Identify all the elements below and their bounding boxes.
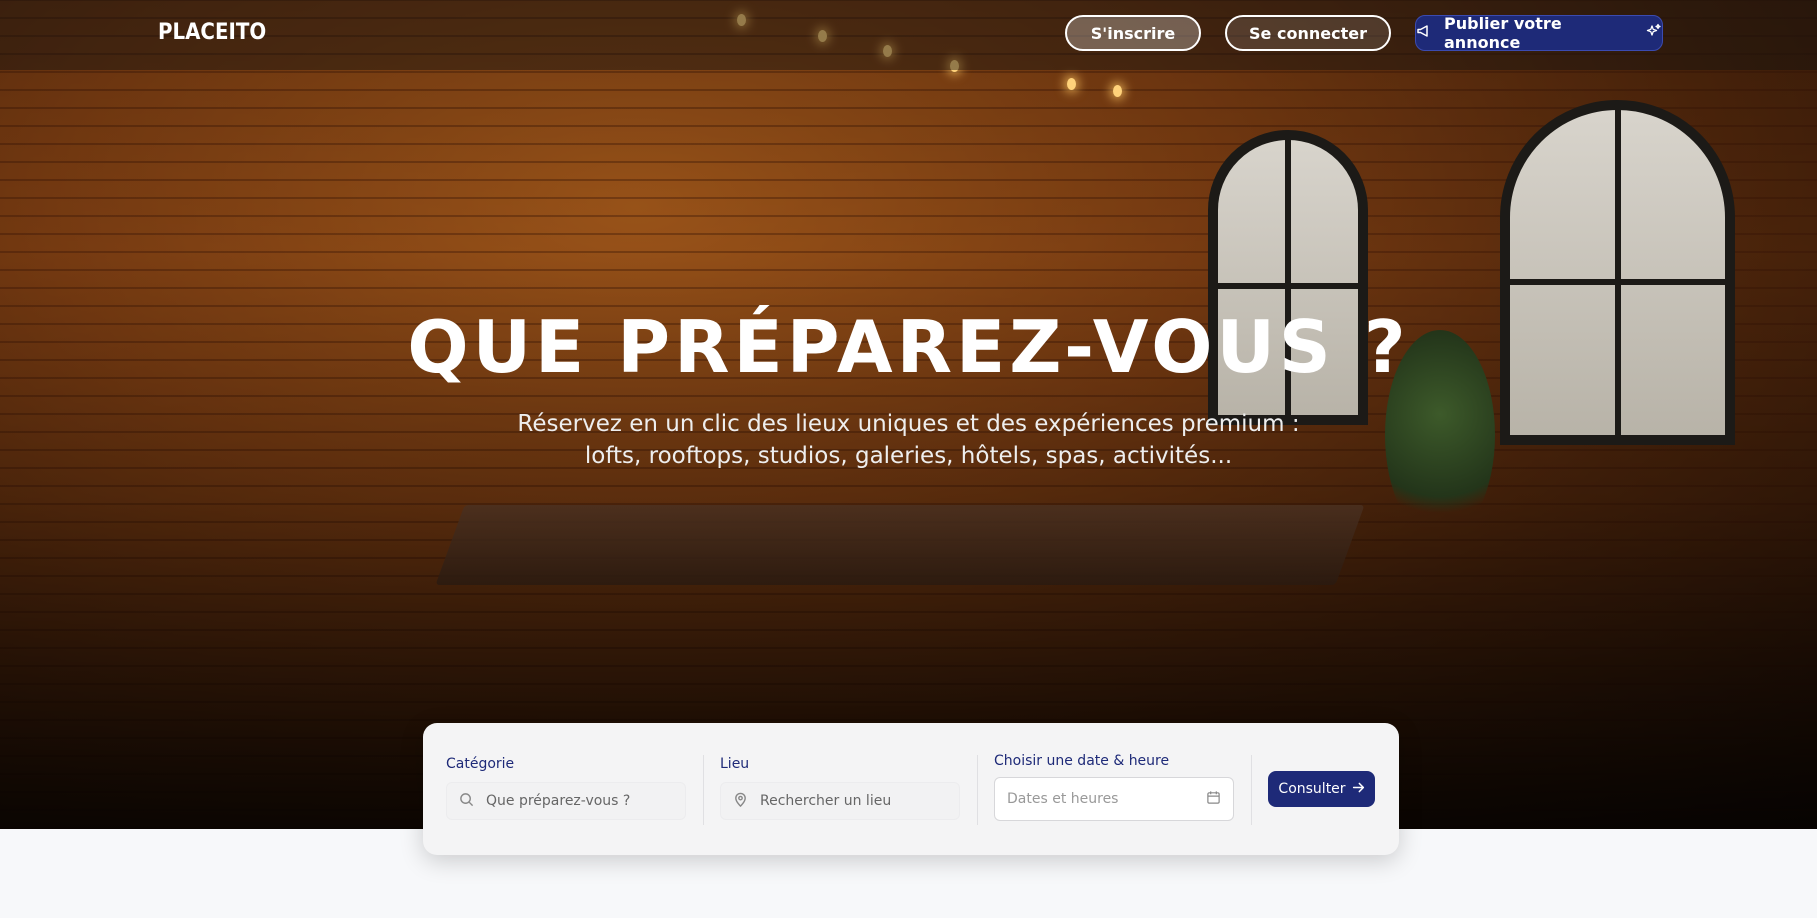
hero-subtitle: Réservez en un clic des lieux uniques et… bbox=[0, 408, 1817, 472]
consult-button[interactable]: Consulter bbox=[1268, 771, 1375, 807]
location-label: Lieu bbox=[720, 756, 750, 772]
date-label: Choisir une date & heure bbox=[994, 753, 1170, 769]
site-logo[interactable]: PLACEITO bbox=[158, 20, 266, 45]
hero-table-image bbox=[435, 505, 1365, 585]
string-light-bulb bbox=[1067, 78, 1076, 90]
sparkle-icon bbox=[1646, 23, 1662, 43]
search-card: Catégorie Que préparez-vous ? Lieu Reche… bbox=[423, 723, 1399, 855]
date-input[interactable]: Dates et heures bbox=[994, 777, 1234, 821]
date-placeholder: Dates et heures bbox=[1007, 791, 1119, 807]
field-divider bbox=[977, 755, 978, 825]
string-light-bulb bbox=[1113, 85, 1122, 97]
date-field: Choisir une date & heure Dates et heures bbox=[994, 753, 1234, 821]
hero-banner: QUE PRÉPAREZ-VOUS ? Réservez en un clic … bbox=[0, 0, 1817, 829]
hero-title: QUE PRÉPAREZ-VOUS ? bbox=[407, 305, 1410, 389]
login-button[interactable]: Se connecter bbox=[1225, 15, 1391, 51]
location-placeholder: Rechercher un lieu bbox=[760, 793, 892, 809]
hero-window-image bbox=[1500, 100, 1735, 445]
field-divider bbox=[703, 755, 704, 825]
signup-button[interactable]: S'inscrire bbox=[1065, 15, 1201, 51]
top-navbar: PLACEITO S'inscrire Se connecter Publier… bbox=[0, 0, 1817, 70]
location-input[interactable]: Rechercher un lieu bbox=[720, 782, 960, 820]
category-input[interactable]: Que préparez-vous ? bbox=[446, 782, 686, 820]
category-placeholder: Que préparez-vous ? bbox=[486, 793, 631, 809]
map-pin-icon bbox=[733, 792, 748, 811]
category-field: Catégorie Que préparez-vous ? bbox=[446, 756, 686, 820]
location-field: Lieu Rechercher un lieu bbox=[720, 756, 960, 820]
field-divider bbox=[1251, 755, 1252, 825]
megaphone-icon bbox=[1416, 23, 1432, 43]
category-label: Catégorie bbox=[446, 756, 515, 772]
consult-label: Consulter bbox=[1278, 781, 1346, 797]
search-icon bbox=[459, 792, 474, 811]
hero-subtitle-line: lofts, rooftops, studios, galeries, hôte… bbox=[584, 443, 1233, 469]
hero-subtitle-line: Réservez en un clic des lieux uniques et… bbox=[517, 411, 1300, 437]
publish-listing-label: Publier votre annonce bbox=[1444, 14, 1562, 52]
publish-listing-button[interactable]: Publier votre annonce bbox=[1415, 14, 1663, 52]
arrow-right-icon bbox=[1352, 781, 1365, 798]
calendar-icon bbox=[1206, 790, 1221, 809]
